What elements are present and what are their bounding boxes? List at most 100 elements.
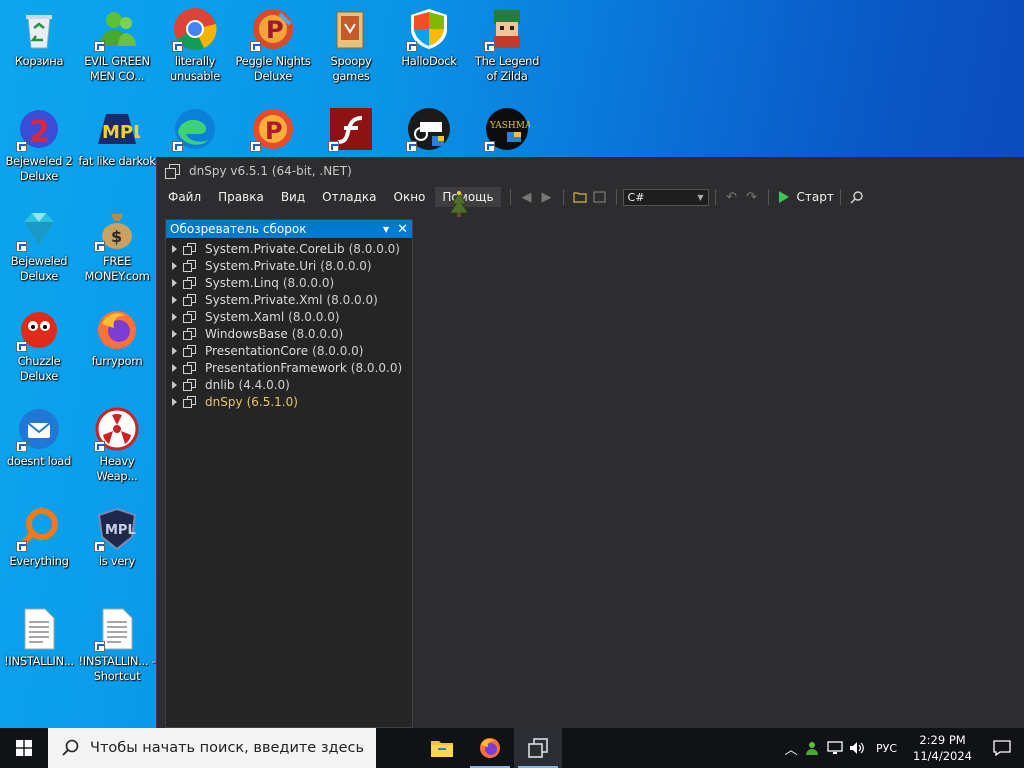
- play-icon: [778, 191, 789, 203]
- taskbar-file-explorer[interactable]: [418, 728, 466, 768]
- expand-arrow-icon[interactable]: [172, 380, 177, 389]
- desktop-icon-is-very[interactable]: MPL is very: [78, 500, 156, 592]
- taskbar-firefox[interactable]: [466, 728, 514, 768]
- search-icon[interactable]: [847, 188, 867, 206]
- tree-item-assembly-dnspy[interactable]: dnSpy (6.5.1.0): [166, 393, 412, 410]
- desktop-icon-label: fat like darkok: [78, 154, 156, 168]
- dnspy-window[interactable]: dnSpy v6.5.1 (64-bit, .NET) Файл Правка …: [156, 157, 1024, 728]
- menu-edit[interactable]: Правка: [211, 187, 271, 207]
- menu-file[interactable]: Файл: [161, 187, 208, 207]
- desktop-icon-bejeweled2[interactable]: 2 Bejeweled 2 Deluxe: [0, 100, 78, 192]
- expand-arrow-icon[interactable]: [172, 329, 177, 338]
- tree-item-assembly[interactable]: dnlib (4.4.0.0): [166, 376, 412, 393]
- shortcut-arrow-icon: [94, 441, 105, 452]
- menu-view[interactable]: Вид: [274, 187, 312, 207]
- language-select[interactable]: C# ▼: [622, 188, 709, 206]
- thunderbird-icon: [16, 406, 62, 452]
- desktop-icon-legend-of-zilda[interactable]: The Legend of Zilda: [468, 0, 546, 92]
- redo-icon[interactable]: ↷: [742, 188, 762, 206]
- taskbar-dnspy[interactable]: [514, 728, 562, 768]
- tree-item-assembly[interactable]: PresentationFramework (8.0.0.0): [166, 359, 412, 376]
- desktop-icon-free-money[interactable]: $ FREE MONEY.com: [78, 200, 156, 292]
- game-character-icon: [484, 6, 530, 52]
- desktop-icon-label: !INSTALLIN... - Shortcut: [78, 654, 156, 683]
- tree-item-assembly[interactable]: System.Private.Xml (8.0.0.0): [166, 291, 412, 308]
- desktop-icon-evil-green-men[interactable]: EVIL GREEN MEN CO...: [78, 0, 156, 92]
- desktop-icon-furryporn[interactable]: furryporn: [78, 300, 156, 392]
- expand-arrow-icon[interactable]: [172, 346, 177, 355]
- desktop-icon-chrome[interactable]: literally unusable: [156, 0, 234, 92]
- shortcut-arrow-icon: [16, 341, 27, 352]
- assembly-icon: [183, 396, 196, 408]
- desktop-icon-recycle-bin[interactable]: Корзина: [0, 0, 78, 92]
- start-button[interactable]: [0, 728, 48, 768]
- recycle-bin-icon: [16, 6, 62, 52]
- expand-arrow-icon[interactable]: [172, 261, 177, 270]
- svg-text:MPL: MPL: [102, 122, 140, 143]
- windows-shield-icon: [406, 6, 452, 52]
- start-debugging-button[interactable]: Старт: [778, 190, 834, 204]
- assembly-icon: [183, 362, 196, 374]
- desktop-icon-doesnt-load[interactable]: doesnt load: [0, 400, 78, 492]
- save-all-icon[interactable]: [590, 188, 610, 206]
- desktop-icon-installing-shortcut[interactable]: !INSTALLIN... - Shortcut: [78, 600, 156, 692]
- network-icon[interactable]: [824, 728, 846, 768]
- diamond-icon: [16, 206, 62, 252]
- expand-arrow-icon[interactable]: [172, 312, 177, 321]
- shortcut-arrow-icon: [16, 441, 27, 452]
- close-icon[interactable]: ✕: [397, 222, 408, 237]
- document-icon: [94, 606, 140, 652]
- firefox-icon: [94, 306, 140, 352]
- folder-icon: [431, 741, 453, 757]
- toolbar-separator: [562, 189, 564, 205]
- desktop-icon-fat-like-darkok[interactable]: MPL fat like darkok: [78, 100, 156, 192]
- assembly-name: dnlib: [205, 377, 235, 392]
- desktop-icon-spoopy-games[interactable]: Spoopy games: [312, 0, 390, 92]
- desktop-icon-bejeweled[interactable]: Bejeweled Deluxe: [0, 200, 78, 292]
- volume-icon[interactable]: [846, 728, 868, 768]
- window-titlebar[interactable]: dnSpy v6.5.1 (64-bit, .NET): [157, 157, 1024, 185]
- expand-arrow-icon[interactable]: [172, 295, 177, 304]
- tree-item-assembly[interactable]: System.Xaml (8.0.0.0): [166, 308, 412, 325]
- desktop-icon-chuzzle[interactable]: Chuzzle Deluxe: [0, 300, 78, 392]
- undo-icon[interactable]: ↶: [722, 188, 742, 206]
- shortcut-arrow-icon: [250, 141, 261, 152]
- desktop-icon-heavy-weapon[interactable]: Heavy Weap...: [78, 400, 156, 492]
- input-language-indicator[interactable]: РУС: [876, 742, 897, 755]
- open-folder-icon[interactable]: [570, 188, 590, 206]
- desktop-icon-installing[interactable]: !INSTALLIN...: [0, 600, 78, 692]
- shortcut-arrow-icon: [172, 41, 183, 52]
- expand-arrow-icon[interactable]: [172, 363, 177, 372]
- shortcut-arrow-icon: [16, 541, 27, 552]
- mpl-shield-icon: MPL: [94, 506, 140, 552]
- desktop-icon-peggle-nights[interactable]: P Peggle Nights Deluxe: [234, 0, 312, 92]
- mouse-cursor-icon: [448, 190, 470, 218]
- expand-arrow-icon[interactable]: [172, 278, 177, 287]
- expand-arrow-icon[interactable]: [172, 244, 177, 253]
- tree-item-assembly[interactable]: System.Private.CoreLib (8.0.0.0): [166, 240, 412, 257]
- bejeweled2-icon: 2: [16, 106, 62, 152]
- taskbar-clock[interactable]: 2:29 PM 11/4/2024: [905, 732, 980, 764]
- tree-item-assembly[interactable]: PresentationCore (8.0.0.0): [166, 342, 412, 359]
- expand-arrow-icon[interactable]: [172, 397, 177, 406]
- tree-item-assembly[interactable]: System.Private.Uri (8.0.0.0): [166, 257, 412, 274]
- notification-center-button[interactable]: [980, 728, 1024, 768]
- back-icon[interactable]: ◀: [517, 188, 537, 206]
- window-title: dnSpy v6.5.1 (64-bit, .NET): [189, 164, 352, 178]
- tree-item-assembly[interactable]: System.Linq (8.0.0.0): [166, 274, 412, 291]
- peggle-icon: P: [250, 106, 296, 152]
- tree-item-assembly[interactable]: WindowsBase (8.0.0.0): [166, 325, 412, 342]
- forward-icon[interactable]: ▶: [537, 188, 557, 206]
- people-icon[interactable]: [802, 728, 824, 768]
- menu-window[interactable]: Окно: [387, 187, 433, 207]
- desktop-icon-everything[interactable]: Everything: [0, 500, 78, 592]
- radiation-icon: [94, 406, 140, 452]
- assembly-name: WindowsBase: [205, 326, 288, 341]
- panel-menu-icon[interactable]: ▼: [383, 225, 389, 234]
- chevron-up-icon[interactable]: ︿: [780, 728, 802, 768]
- toolbar-separator: [839, 189, 841, 205]
- menu-debug[interactable]: Отладка: [315, 187, 383, 207]
- desktop-icon-hallodock[interactable]: HalloDock: [390, 0, 468, 92]
- desktop-icon-label: literally unusable: [169, 54, 221, 83]
- taskbar-search-input[interactable]: Чтобы начать поиск, введите здесь: [48, 728, 376, 768]
